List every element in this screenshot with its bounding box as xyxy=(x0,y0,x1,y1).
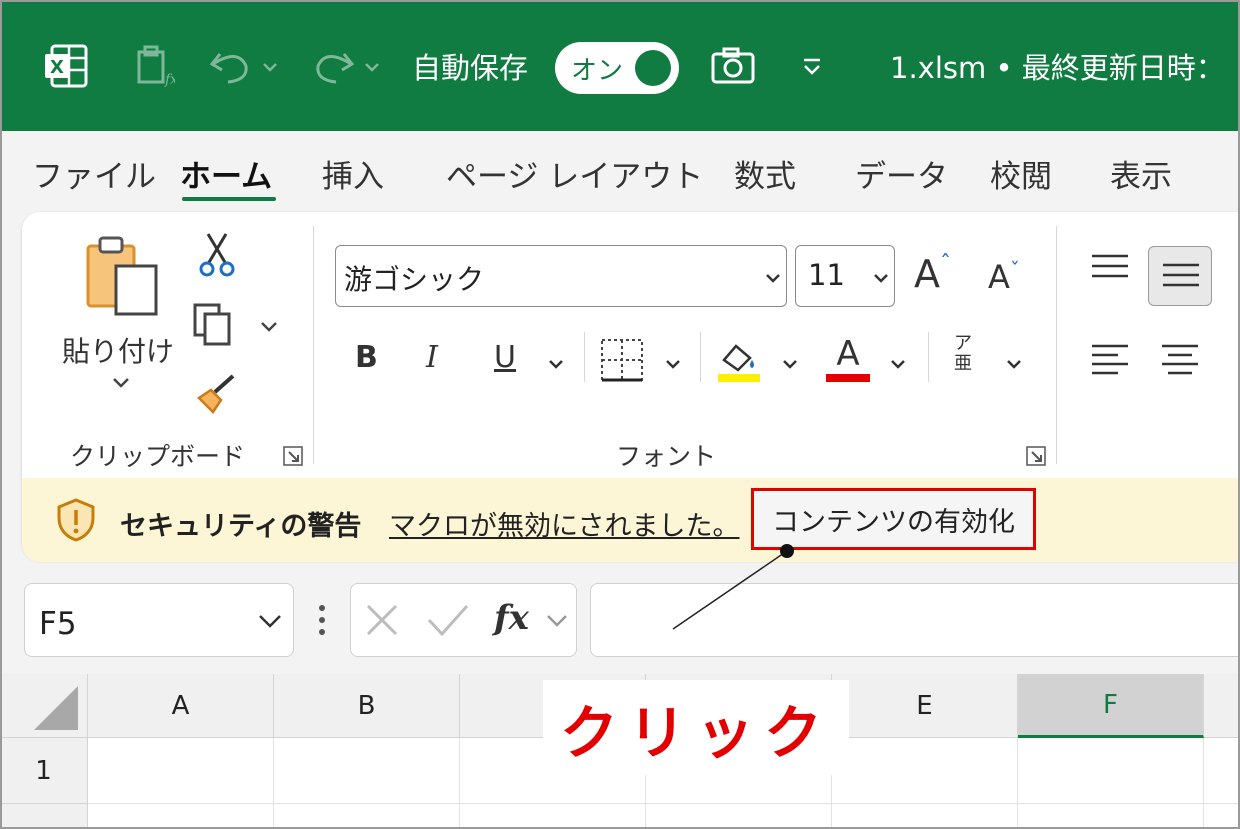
click-annotation: クリック xyxy=(543,680,849,775)
